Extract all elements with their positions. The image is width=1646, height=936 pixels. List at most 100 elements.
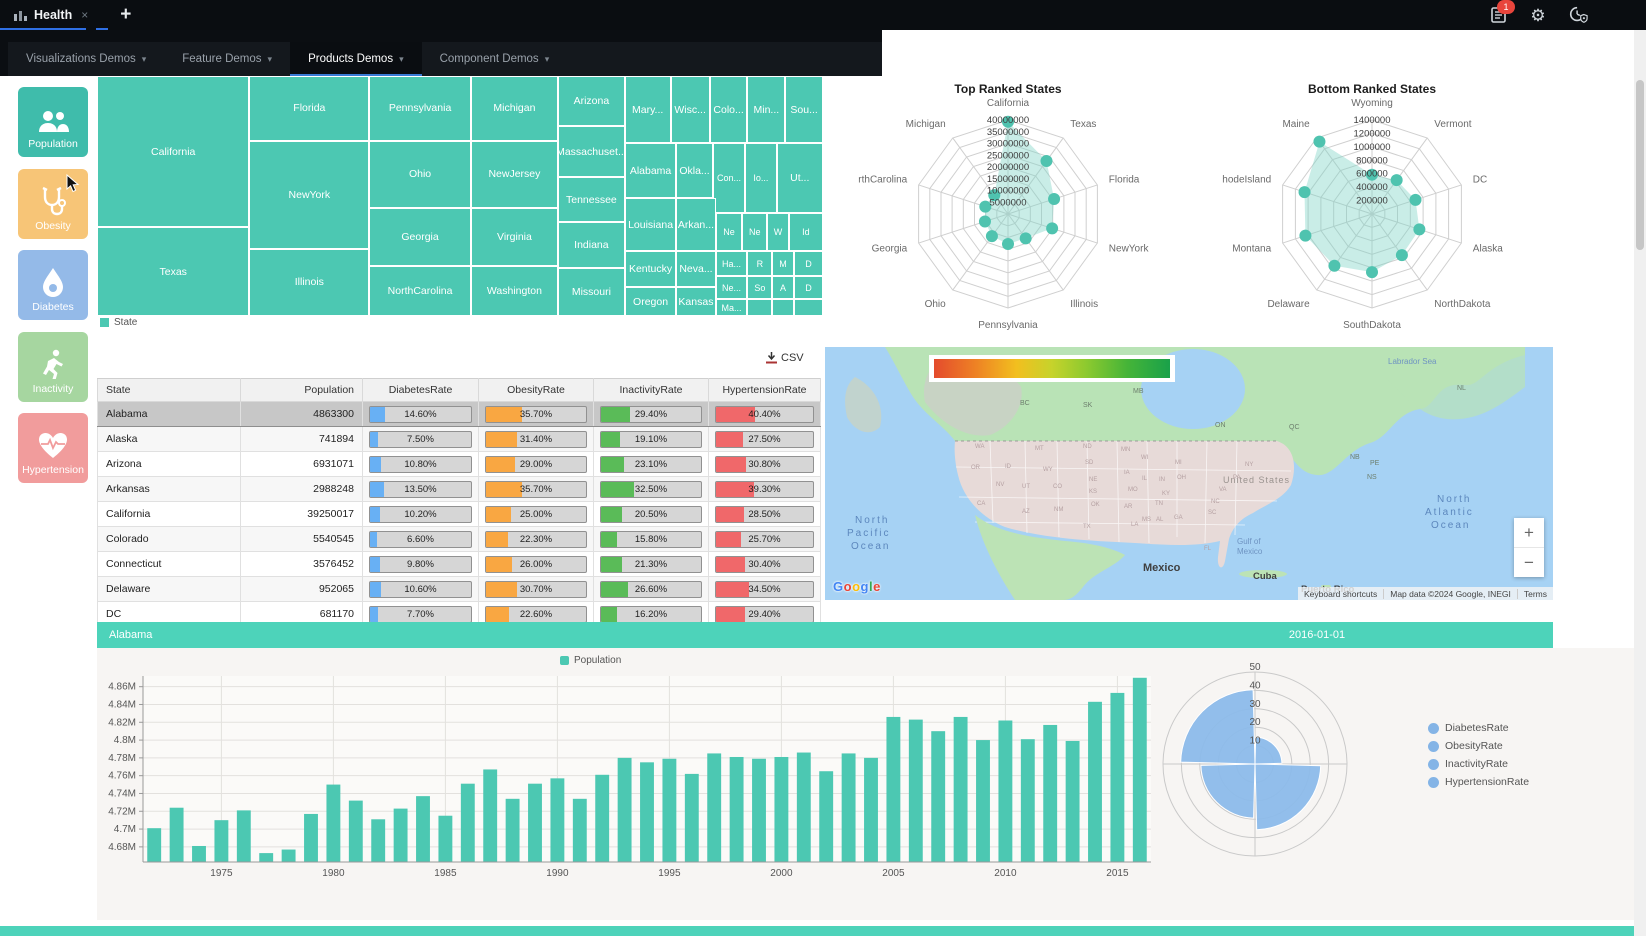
legend-item-inactivityrate[interactable]: InactivityRate bbox=[1428, 758, 1529, 770]
treemap-cell-label: NewJersey bbox=[488, 168, 540, 180]
treemap-cell[interactable] bbox=[772, 299, 794, 316]
treemap-cell-Illinois[interactable]: Illinois bbox=[249, 249, 369, 316]
treemap-cell-label: Arizona bbox=[574, 95, 610, 107]
gear-icon[interactable]: ⚙ bbox=[1528, 5, 1548, 25]
treemap-cell-NewJersey[interactable]: NewJersey bbox=[471, 141, 558, 208]
treemap-cell-M[interactable]: M bbox=[772, 251, 794, 276]
treemap-cell-Texas[interactable]: Texas bbox=[97, 227, 249, 316]
table-row-alabama[interactable]: Alabama486330014.60%35.70%29.40%40.40% bbox=[98, 402, 821, 427]
treemap-cell-D[interactable]: D bbox=[794, 251, 823, 276]
treemap-cell-W[interactable]: W bbox=[767, 213, 789, 251]
legend-item-hypertensionrate[interactable]: HypertensionRate bbox=[1428, 776, 1529, 788]
table-row-alaska[interactable]: Alaska7418947.50%31.40%19.10%27.50% bbox=[98, 427, 821, 452]
treemap-cell-Tennessee[interactable]: Tennessee bbox=[558, 177, 625, 223]
treemap-cell-Oregon[interactable]: Oregon bbox=[625, 287, 677, 316]
column-header-state[interactable]: State bbox=[98, 379, 241, 402]
treemap-cell-Kansas[interactable]: Kansas bbox=[676, 287, 715, 316]
treemap-cell[interactable] bbox=[747, 299, 772, 316]
treemap-cell-D[interactable]: D bbox=[794, 276, 823, 299]
sidebar-button-diabetes[interactable]: Diabetes bbox=[18, 250, 88, 320]
bar-1982 bbox=[371, 819, 385, 862]
treemap-cell-Id[interactable]: Id bbox=[789, 213, 823, 251]
treemap-cell-Colo[interactable]: Colo... bbox=[710, 76, 748, 143]
export-csv-button[interactable]: CSV bbox=[766, 352, 804, 364]
treemap-cell-Georgia[interactable]: Georgia bbox=[369, 208, 471, 266]
table-row-connecticut[interactable]: Connecticut35764529.80%26.00%21.30%30.40… bbox=[98, 552, 821, 577]
treemap-cell-Okla[interactable]: Okla... bbox=[676, 143, 712, 198]
treemap-cell-Missouri[interactable]: Missouri bbox=[558, 268, 625, 316]
svg-text:4.84M: 4.84M bbox=[108, 699, 136, 710]
legend-item-diabetesrate[interactable]: DiabetesRate bbox=[1428, 722, 1529, 734]
treemap-cell-NorthCarolina[interactable]: NorthCarolina bbox=[369, 266, 471, 316]
menu-item-visualizations-demos[interactable]: Visualizations Demos▾ bbox=[8, 42, 164, 76]
treemap-cell-Massachuset[interactable]: Massachuset... bbox=[558, 126, 625, 176]
tab-bar: Health × + 1 ⚙ bbox=[0, 0, 1646, 30]
treemap-cell-R[interactable]: R bbox=[747, 251, 772, 276]
treemap-cell-A[interactable]: A bbox=[772, 276, 794, 299]
sidebar-button-inactivity[interactable]: Inactivity bbox=[18, 332, 88, 402]
sidebar-button-hypertension[interactable]: Hypertension bbox=[18, 413, 88, 483]
chevron-down-icon: ▾ bbox=[268, 54, 273, 65]
legend-item-obesityrate[interactable]: ObesityRate bbox=[1428, 740, 1529, 752]
zoom-in-button[interactable]: + bbox=[1514, 518, 1544, 548]
treemap-cell-Neva[interactable]: Neva... bbox=[676, 251, 715, 287]
treemap-cell-Mary[interactable]: Mary... bbox=[625, 76, 671, 143]
map-attribution-2[interactable]: Terms bbox=[1517, 589, 1553, 599]
treemap-cell-Ha[interactable]: Ha... bbox=[716, 251, 748, 276]
treemap-cell-Io[interactable]: Io... bbox=[745, 143, 776, 213]
table-row-colorado[interactable]: Colorado55405456.60%22.30%15.80%25.70% bbox=[98, 527, 821, 552]
treemap-cell-Kentucky[interactable]: Kentucky bbox=[625, 251, 677, 287]
treemap-cell-NewYork[interactable]: NewYork bbox=[249, 141, 369, 249]
menu-item-products-demos[interactable]: Products Demos▾ bbox=[290, 42, 422, 76]
treemap-cell-Indiana[interactable]: Indiana bbox=[558, 222, 625, 268]
column-header-population[interactable]: Population bbox=[241, 379, 363, 402]
zoom-out-button[interactable]: − bbox=[1514, 548, 1544, 577]
treemap-cell-Michigan[interactable]: Michigan bbox=[471, 76, 558, 141]
menu-item-feature-demos[interactable]: Feature Demos▾ bbox=[164, 42, 290, 76]
tab-close-icon[interactable]: × bbox=[81, 8, 88, 22]
svg-text:NB: NB bbox=[1350, 454, 1360, 461]
treemap-cell-Pennsylvania[interactable]: Pennsylvania bbox=[369, 76, 471, 141]
notes-icon[interactable]: 1 bbox=[1488, 5, 1508, 25]
treemap-cell-Washington[interactable]: Washington bbox=[471, 266, 558, 316]
treemap-cell-Arizona[interactable]: Arizona bbox=[558, 76, 625, 126]
treemap-cell-Ma[interactable]: Ma... bbox=[716, 299, 748, 316]
column-header-inactivityrate[interactable]: InactivityRate bbox=[594, 379, 709, 402]
treemap-cell-Ne[interactable]: Ne... bbox=[716, 276, 748, 299]
treemap-cell-So[interactable]: So bbox=[747, 276, 772, 299]
treemap-cell-Sou[interactable]: Sou... bbox=[785, 76, 823, 143]
treemap-cell-California[interactable]: California bbox=[97, 76, 249, 227]
treemap-cell-Ne[interactable]: Ne bbox=[716, 213, 743, 251]
column-header-hypertensionrate[interactable]: HypertensionRate bbox=[709, 379, 821, 402]
treemap-cell-Alabama[interactable]: Alabama bbox=[625, 143, 677, 198]
table-row-arizona[interactable]: Arizona693107110.80%29.00%23.10%30.80% bbox=[98, 452, 821, 477]
treemap-cell-Ne[interactable]: Ne bbox=[742, 213, 767, 251]
treemap-cell[interactable] bbox=[794, 299, 823, 316]
column-header-diabetesrate[interactable]: DiabetesRate bbox=[363, 379, 479, 402]
map-attribution-1[interactable]: Map data ©2024 Google, INEGI bbox=[1383, 589, 1517, 599]
treemap-cell-Virginia[interactable]: Virginia bbox=[471, 208, 558, 266]
google-logo[interactable]: Google bbox=[833, 579, 881, 594]
column-header-obesityrate[interactable]: ObesityRate bbox=[479, 379, 594, 402]
treemap-cell-Con[interactable]: Con... bbox=[713, 143, 746, 213]
new-tab-button[interactable]: + bbox=[120, 4, 131, 26]
treemap-cell-Louisiana[interactable]: Louisiana bbox=[625, 198, 677, 251]
menu-item-component-demos[interactable]: Component Demos▾ bbox=[422, 42, 568, 76]
map-attribution-0[interactable]: Keyboard shortcuts bbox=[1298, 589, 1383, 599]
history-shield-icon[interactable] bbox=[1568, 5, 1588, 25]
treemap-cell-Min[interactable]: Min... bbox=[747, 76, 785, 143]
treemap-cell-Florida[interactable]: Florida bbox=[249, 76, 369, 141]
svg-text:WA: WA bbox=[975, 444, 984, 450]
table-row-arkansas[interactable]: Arkansas298824813.50%35.70%32.50%39.30% bbox=[98, 477, 821, 502]
table-row-delaware[interactable]: Delaware95206510.60%30.70%26.60%34.50% bbox=[98, 577, 821, 602]
treemap-cell-Wisc[interactable]: Wisc... bbox=[671, 76, 710, 143]
tab-health[interactable]: Health × bbox=[0, 0, 98, 30]
table-row-california[interactable]: California3925001710.20%25.00%20.50%28.5… bbox=[98, 502, 821, 527]
geo-map[interactable]: Labrador SeaNorthPacificOceanNorthAtlant… bbox=[825, 347, 1553, 600]
page-scrollbar-thumb[interactable] bbox=[1636, 80, 1644, 250]
treemap-cell-Ohio[interactable]: Ohio bbox=[369, 141, 471, 208]
treemap-cell-Arkan[interactable]: Arkan... bbox=[676, 198, 715, 251]
treemap: CaliforniaTexas FloridaNewYorkIllinois Pen… bbox=[97, 76, 823, 316]
treemap-cell-Ut[interactable]: Ut... bbox=[777, 143, 823, 213]
sidebar-button-population[interactable]: Population bbox=[18, 87, 88, 157]
